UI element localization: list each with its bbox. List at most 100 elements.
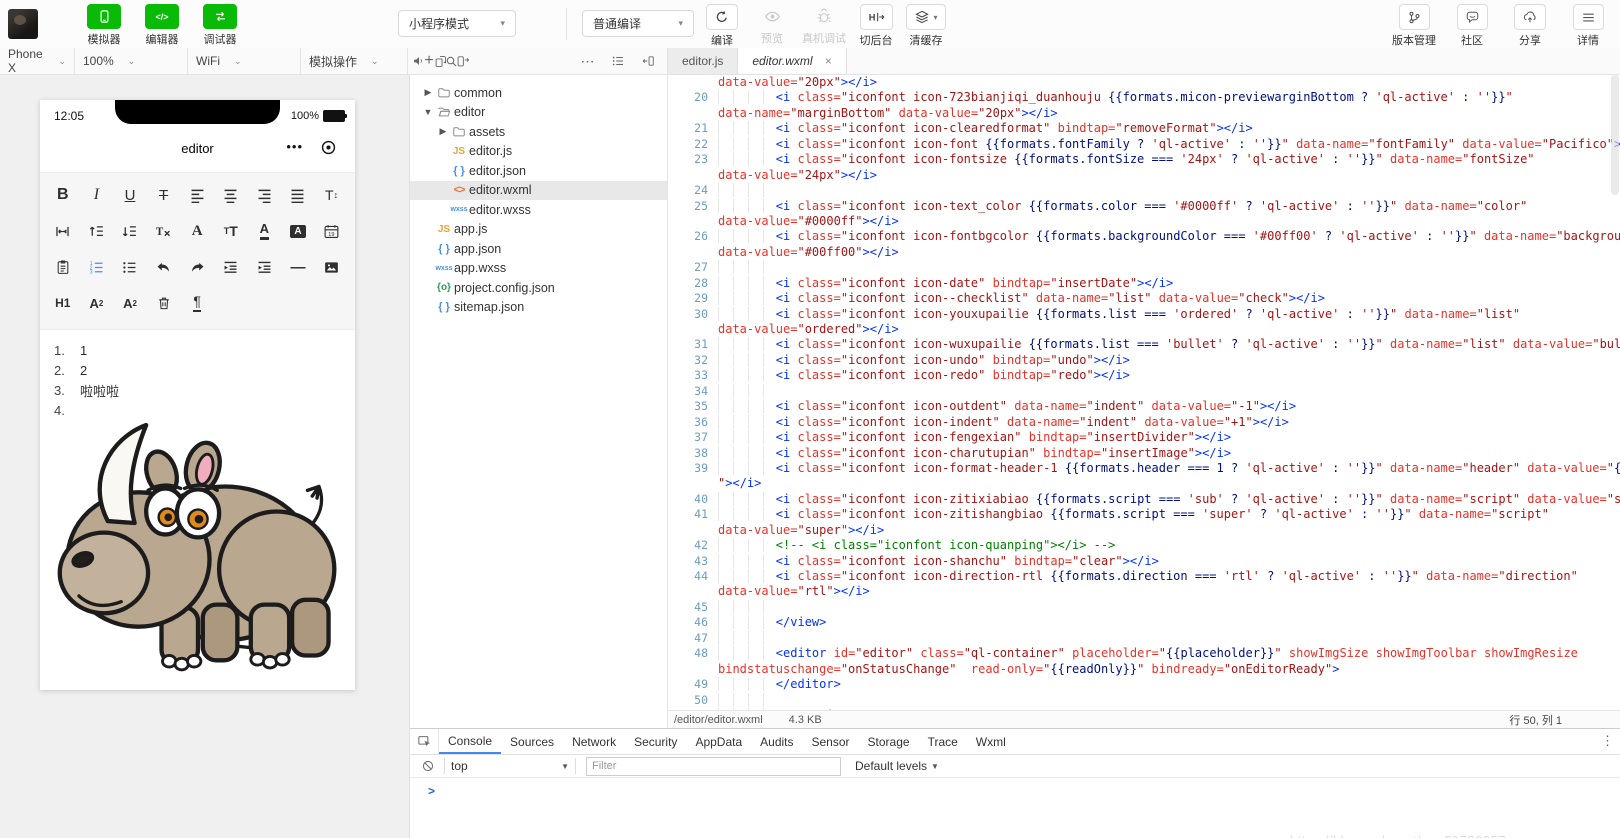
underline-icon[interactable]: U [113, 179, 147, 211]
action-branch[interactable]: 版本管理 [1388, 4, 1440, 48]
console-output[interactable]: > https://blog.csdn.net/qq_29789057 [410, 778, 1620, 838]
checklist-icon[interactable] [46, 251, 80, 283]
align-left-icon[interactable] [180, 179, 214, 211]
action-compile[interactable]: 编译 [702, 4, 742, 48]
line-down-icon[interactable] [113, 215, 147, 247]
rhino-cartoon-image[interactable] [54, 416, 342, 683]
toolbar-button-code[interactable]: </>编辑器 [140, 4, 184, 47]
clear-console-icon[interactable] [421, 759, 435, 773]
direction-icon[interactable]: ¶ [180, 287, 214, 319]
action-details[interactable]: 详情 [1562, 4, 1614, 48]
action-share[interactable]: 分享 [1504, 4, 1556, 48]
chevron-down-icon[interactable]: ▼ [422, 107, 434, 117]
letter-spacing-icon[interactable] [46, 215, 80, 247]
code-editor[interactable]: data-value="20px"></i>20 <i class="iconf… [668, 75, 1620, 710]
collapse-icon[interactable] [637, 48, 659, 74]
undo-icon[interactable] [147, 251, 181, 283]
scrollbar[interactable] [1611, 75, 1619, 195]
devtools-tab-sources[interactable]: Sources [501, 729, 563, 754]
italic-icon[interactable]: I [80, 179, 114, 211]
devtools-tab-wxml[interactable]: Wxml [967, 729, 1015, 754]
devtools-tab-console[interactable]: Console [439, 729, 501, 754]
bold-icon[interactable]: B [46, 179, 80, 211]
image-icon[interactable] [315, 251, 349, 283]
toolbar-button-phone[interactable]: 模拟器 [82, 4, 126, 47]
tree-item-editor.json[interactable]: { }editor.json [410, 161, 667, 181]
date-icon[interactable]: 19 [315, 215, 349, 247]
action-bug[interactable]: 真机调试 [802, 4, 846, 46]
devtools-tab-sensor[interactable]: Sensor [803, 729, 859, 754]
bg-color-icon[interactable]: A [281, 215, 315, 247]
clear-format-icon[interactable]: T [147, 215, 181, 247]
divider-icon[interactable]: — [281, 251, 315, 283]
bullet-list-icon[interactable] [113, 251, 147, 283]
log-levels-select[interactable]: Default levels▼ [855, 759, 939, 773]
tab-editor.js[interactable]: editor.js [668, 48, 738, 74]
tree-item-project.config.json[interactable]: {o}project.config.json [410, 278, 667, 298]
capsule-more-icon[interactable]: ••• [286, 139, 303, 154]
action-preview[interactable]: 预览 [752, 4, 792, 46]
superscript-icon[interactable]: A2 [113, 287, 147, 319]
more-icon[interactable]: ⋯ [577, 48, 599, 74]
ordered-list-icon[interactable]: 123 [80, 251, 114, 283]
subscript-icon[interactable]: A2 [80, 287, 114, 319]
toolbar-button-swap[interactable]: 调试器 [198, 4, 242, 47]
devtools-tab-security[interactable]: Security [625, 729, 686, 754]
capsule-home-icon[interactable] [320, 139, 337, 161]
tree-item-editor[interactable]: ▼editor [410, 103, 667, 123]
font-family-icon[interactable]: A [180, 215, 214, 247]
devtools-tab-storage[interactable]: Storage [859, 729, 919, 754]
search-icon[interactable] [440, 48, 462, 74]
network-select[interactable]: WiFi⌄ [188, 48, 300, 74]
tree-item-sitemap.json[interactable]: { }sitemap.json [410, 298, 667, 318]
chevron-right-icon[interactable]: ▶ [437, 126, 449, 137]
chevron-right-icon[interactable]: ▶ [422, 87, 434, 98]
operate-select[interactable]: 模拟操作⌄ [301, 48, 407, 74]
console-filter-input[interactable] [586, 757, 841, 776]
tree-item-app.wxss[interactable]: wxssapp.wxss [410, 259, 667, 279]
action-cache[interactable]: ▾清缓存 [906, 4, 946, 48]
line-up-icon[interactable] [80, 215, 114, 247]
align-right-icon[interactable] [248, 179, 282, 211]
redo-icon[interactable] [180, 251, 214, 283]
font-size-icon[interactable]: T↕ [315, 179, 349, 211]
indent-icon[interactable] [248, 251, 282, 283]
devtools-tab-network[interactable]: Network [563, 729, 625, 754]
user-avatar[interactable] [8, 9, 38, 39]
action-background[interactable]: H切后台 [856, 4, 896, 48]
close-icon[interactable]: × [825, 54, 832, 68]
list-marker: 1. [54, 343, 80, 358]
outline-icon[interactable] [607, 48, 629, 74]
editor-content[interactable]: 1.12.23.啦啦啦4. [40, 330, 355, 690]
h1-icon[interactable]: H1 [46, 287, 80, 319]
code-text: <i class="iconfont icon-redo" bindtap="r… [718, 368, 1130, 383]
inspect-element-icon[interactable] [410, 729, 439, 754]
device-select[interactable]: Phone X⌄ [0, 48, 74, 74]
tree-item-app.json[interactable]: { }app.json [410, 239, 667, 259]
trash-icon[interactable] [147, 287, 181, 319]
frame-context-select[interactable]: top▼ [445, 759, 575, 773]
outdent-icon[interactable] [214, 251, 248, 283]
tree-item-editor.wxml[interactable]: <>editor.wxml [410, 181, 667, 201]
zoom-select[interactable]: 100%⌄ [75, 48, 187, 74]
plus-icon[interactable]: + [418, 48, 440, 74]
tree-item-assets[interactable]: ▶assets [410, 122, 667, 142]
align-justify-icon[interactable] [281, 179, 315, 211]
tab-editor.wxml[interactable]: editor.wxml× [738, 48, 846, 74]
devtools-tab-trace[interactable]: Trace [919, 729, 967, 754]
devtools-tab-appdata[interactable]: AppData [686, 729, 751, 754]
compile-mode-select[interactable]: 普通编译▾ [582, 10, 694, 37]
tree-item-app.js[interactable]: JSapp.js [410, 220, 667, 240]
tree-item-editor.js[interactable]: JSeditor.js [410, 142, 667, 162]
devtools-tab-audits[interactable]: Audits [751, 729, 802, 754]
align-center-icon[interactable] [214, 179, 248, 211]
tree-item-common[interactable]: ▶common [410, 83, 667, 103]
action-community[interactable]: 社区 [1446, 4, 1498, 48]
svg-text:T: T [156, 225, 164, 237]
tree-item-editor.wxss[interactable]: wxsseditor.wxss [410, 200, 667, 220]
font-scale-icon[interactable]: TT [214, 215, 248, 247]
text-color-icon[interactable]: A [248, 215, 282, 247]
strike-icon[interactable]: T [147, 179, 181, 211]
mode-select[interactable]: 小程序模式▾ [398, 10, 516, 37]
devtools-menu-icon[interactable]: ⋮ [1601, 733, 1614, 749]
